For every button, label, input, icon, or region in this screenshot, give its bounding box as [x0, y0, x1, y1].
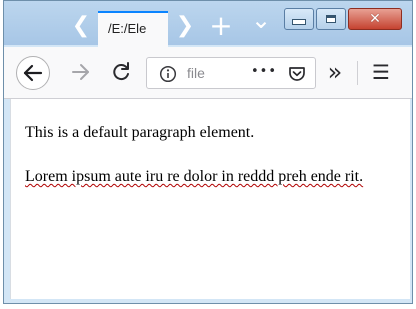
list-all-tabs-button[interactable]: ⌄: [248, 5, 274, 35]
overflow-button[interactable]: »: [320, 57, 350, 87]
new-tab-button[interactable]: +: [208, 11, 234, 41]
double-chevron-right-icon: »: [327, 58, 343, 86]
tab-scroll-left-button[interactable]: ❮: [68, 11, 94, 41]
minimize-button[interactable]: [284, 8, 314, 30]
back-button[interactable]: [16, 56, 50, 90]
maximize-icon: [326, 15, 336, 23]
arrow-right-icon: [72, 64, 89, 80]
reload-icon: [113, 62, 129, 81]
forward-button[interactable]: [66, 57, 96, 87]
close-icon: ✕: [369, 11, 381, 27]
reload-button[interactable]: [106, 57, 136, 87]
toolbar-divider: [357, 61, 358, 85]
paragraph-default: This is a default paragraph element.: [25, 124, 255, 141]
info-icon[interactable]: [159, 65, 177, 83]
minimize-icon: [292, 19, 306, 25]
menu-button[interactable]: ☰: [366, 57, 396, 87]
page-actions-button[interactable]: •••: [251, 64, 277, 79]
tab-strip: ❮ /E:/Ele ❯ + ⌄ ✕: [4, 1, 412, 47]
arrow-left-icon: [23, 64, 43, 82]
paragraph-spellcheck[interactable]: Lorem ipsum aute iru re dolor in reddd p…: [25, 167, 385, 187]
tab-active[interactable]: /E:/Ele: [98, 11, 168, 47]
plus-icon: +: [209, 9, 233, 42]
chevron-right-icon: ❯: [175, 13, 195, 38]
chevron-down-icon: ⌄: [250, 6, 272, 34]
url-text-fade: [203, 58, 225, 88]
tab-scroll-right-button[interactable]: ❯: [172, 11, 198, 41]
hamburger-menu-icon: ☰: [372, 60, 390, 84]
close-window-button[interactable]: ✕: [348, 8, 402, 30]
navigation-toolbar: file ••• » ☰: [4, 47, 412, 99]
tab-title: /E:/Ele: [108, 21, 147, 36]
browser-window: ❮ /E:/Ele ❯ + ⌄ ✕ file ••• » ☰ This is a…: [3, 0, 413, 304]
chevron-left-icon: ❮: [71, 13, 91, 38]
url-bar[interactable]: file •••: [146, 57, 316, 89]
page-content: This is a default paragraph element. Lor…: [10, 99, 410, 299]
pocket-icon[interactable]: [287, 64, 307, 84]
tab-title-fade: [144, 13, 168, 47]
maximize-button[interactable]: [316, 8, 346, 30]
